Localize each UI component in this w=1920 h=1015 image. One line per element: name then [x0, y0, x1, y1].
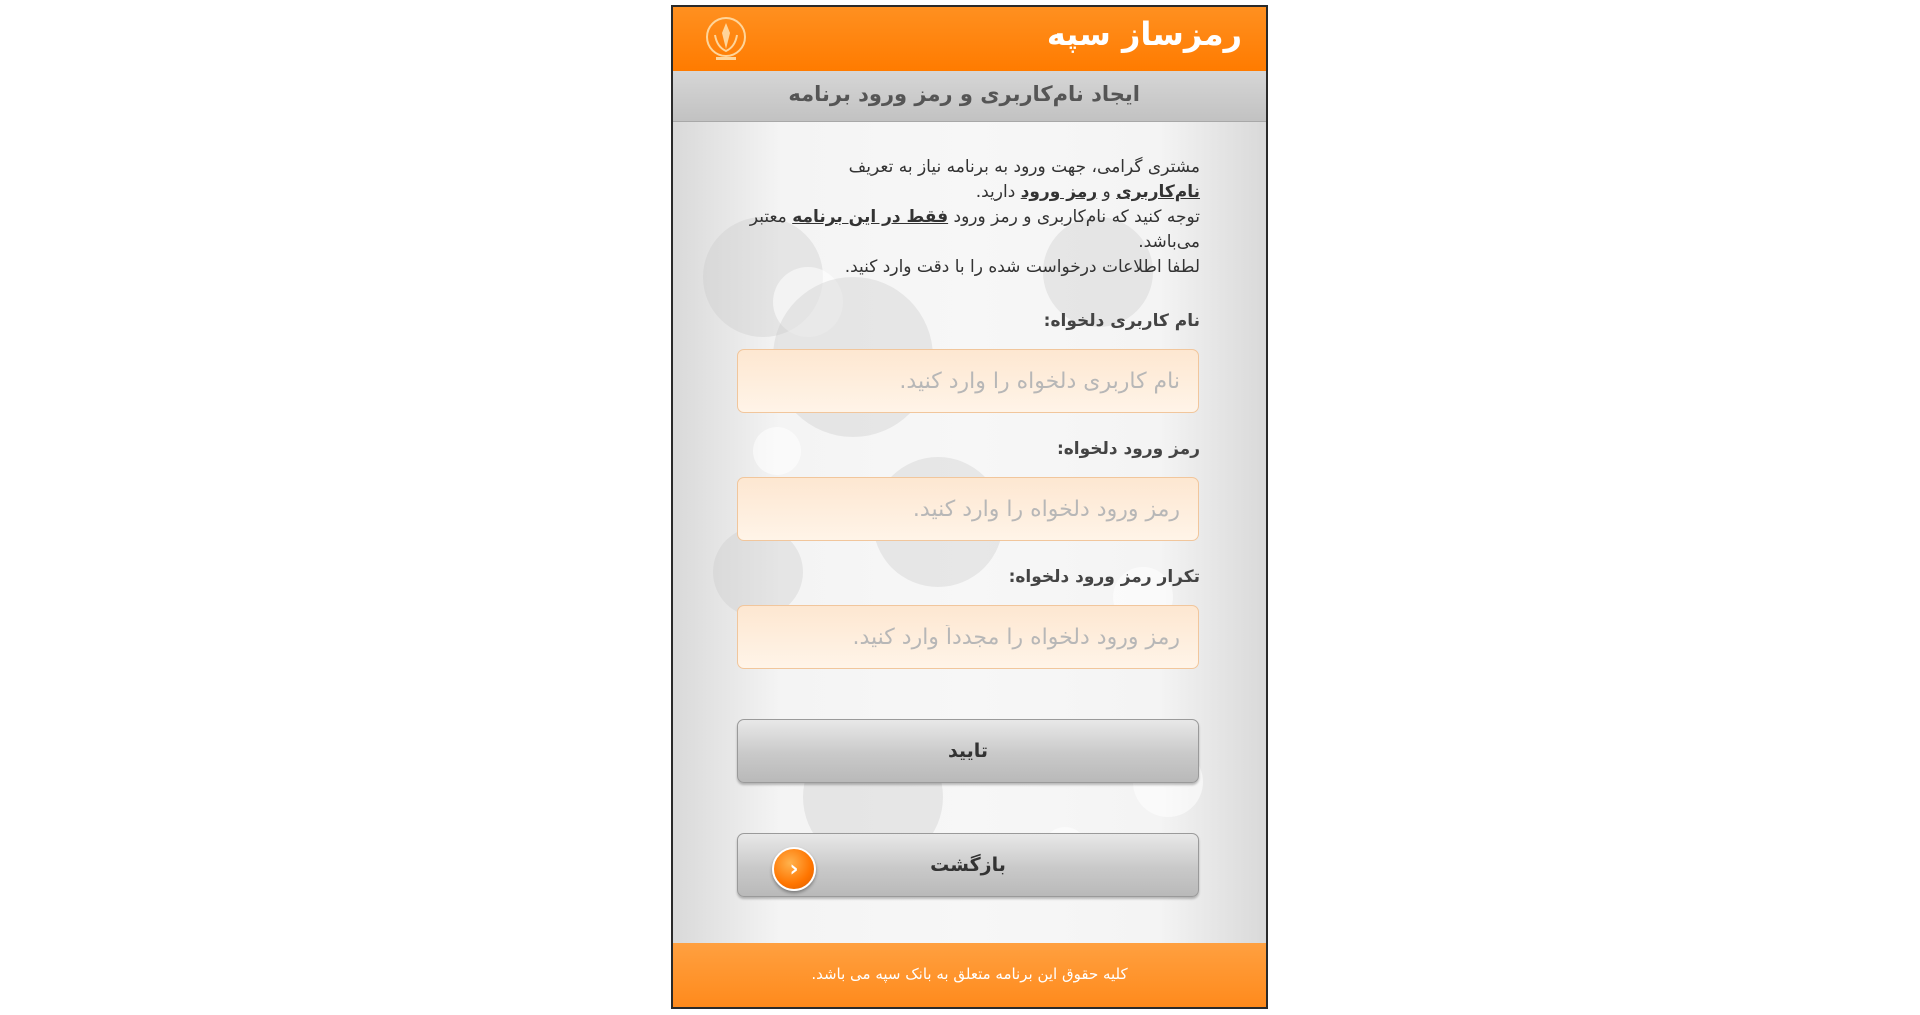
intro-line: توجه کنید که نام‌کاربری و رمز ورود فقط د…	[730, 205, 1200, 255]
intro-line: مشتری گرامی، جهت ورود به برنامه نیاز به …	[730, 155, 1200, 180]
password-input[interactable]	[737, 477, 1199, 541]
only-in-this-term: فقط در این برنامه	[792, 207, 949, 227]
intro-line4: لطفا اطلاعات درخواست شده را با دقت وارد …	[844, 257, 1200, 277]
intro-line2-tail: دارید.	[975, 182, 1021, 202]
and-text: و	[1097, 182, 1117, 202]
background-bubble	[753, 427, 801, 475]
page-title: ایجاد نام‌کاربری و رمز ورود برنامه	[788, 82, 1140, 106]
back-button[interactable]: ‹ بازگشت	[737, 833, 1199, 897]
back-button-label: بازگشت	[930, 854, 1006, 876]
confirm-password-label: تکرار رمز ورود دلخواه:	[1008, 567, 1200, 587]
intro-line1: مشتری گرامی، جهت ورود به برنامه نیاز به …	[848, 157, 1200, 177]
app-screen: رمزساز سپه ایجاد نام‌کاربری و رمز ورود ب…	[671, 5, 1268, 1009]
intro-line: نام‌کاربری و رمز ورود دارید.	[730, 180, 1200, 205]
password-term: رمز ورود	[1020, 182, 1098, 202]
confirm-button[interactable]: تایید	[737, 719, 1199, 783]
intro-text: مشتری گرامی، جهت ورود به برنامه نیاز به …	[730, 155, 1200, 280]
confirm-password-input[interactable]	[737, 605, 1199, 669]
page-header: ایجاد نام‌کاربری و رمز ورود برنامه	[673, 71, 1266, 122]
title-bar: رمزساز سپه	[673, 7, 1266, 72]
username-label: نام کاربری دلخواه:	[1043, 311, 1200, 331]
chevron-left-circle-icon: ‹	[772, 847, 816, 891]
username-input[interactable]	[737, 349, 1199, 413]
app-title: رمزساز سپه	[1046, 15, 1242, 53]
intro-line3: توجه کنید که نام‌کاربری و رمز ورود	[948, 207, 1201, 227]
username-term: نام‌کاربری	[1116, 182, 1200, 202]
copyright-text: کلیه حقوق این برنامه متعلق به بانک سپه م…	[811, 965, 1128, 983]
intro-line: لطفا اطلاعات درخواست شده را با دقت وارد …	[730, 255, 1200, 280]
confirm-button-label: تایید	[947, 740, 989, 762]
bank-emblem-icon	[703, 15, 749, 63]
password-label: رمز ورود دلخواه:	[1056, 439, 1200, 459]
footer: کلیه حقوق این برنامه متعلق به بانک سپه م…	[673, 943, 1266, 1007]
